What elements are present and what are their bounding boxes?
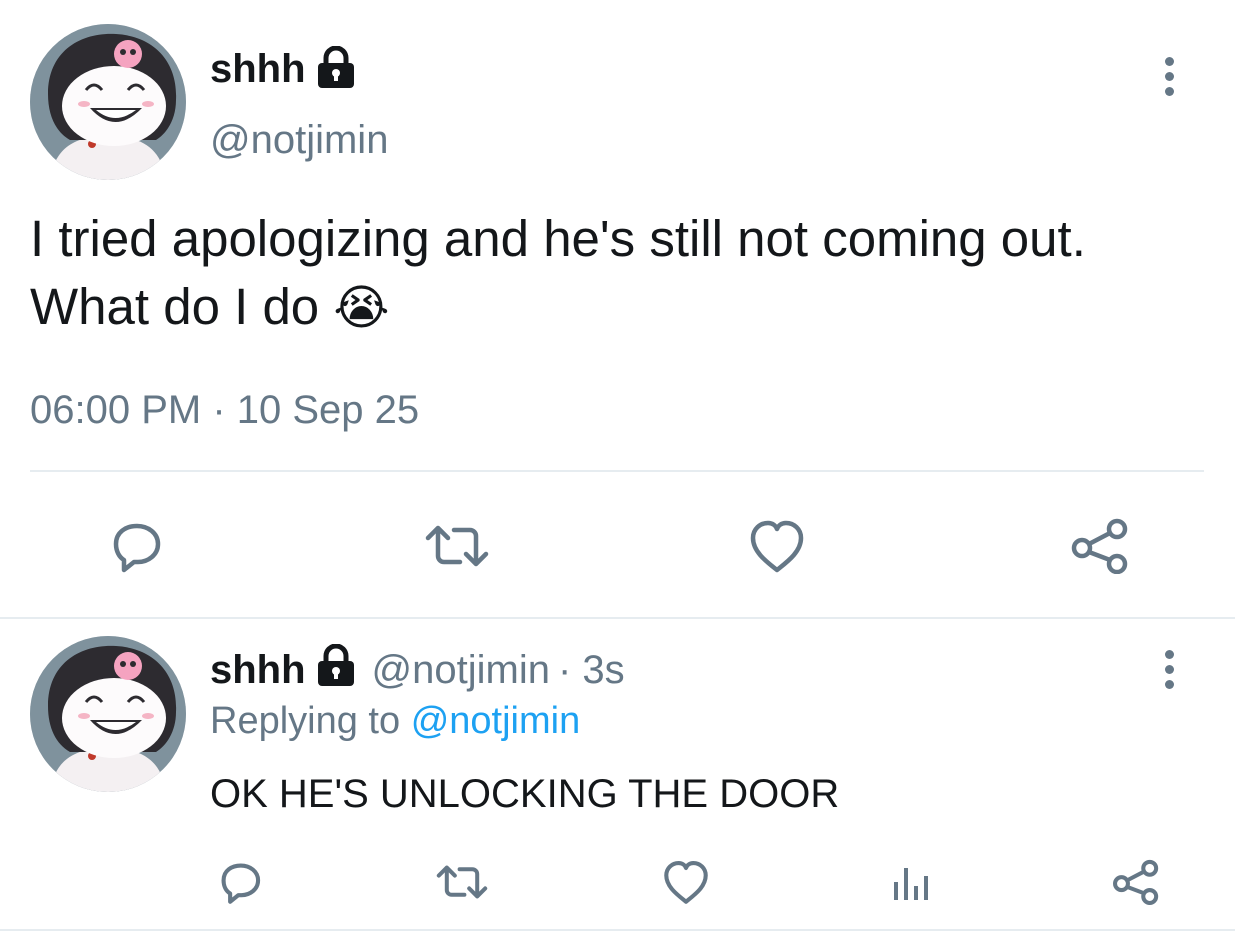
reply-button[interactable] xyxy=(214,856,266,908)
retweet-button[interactable] xyxy=(421,514,493,578)
display-name[interactable]: shhh xyxy=(210,47,306,92)
more-vertical-icon[interactable] xyxy=(1163,57,1175,102)
like-button[interactable] xyxy=(660,856,712,908)
divider xyxy=(30,470,1204,472)
tweet-age: · 3s xyxy=(557,647,625,692)
tweet-text: OK HE'S UNLOCKING THE DOOR xyxy=(210,772,840,816)
avatar[interactable] xyxy=(30,636,186,792)
more-vertical-icon[interactable] xyxy=(1163,650,1175,695)
tweet-timestamp[interactable]: 06:00 PM · 10 Sep 25 xyxy=(30,388,419,433)
heart-icon xyxy=(664,861,708,904)
like-button[interactable] xyxy=(745,514,809,578)
reply-tweet[interactable]: shhh @notjimin · 3s Replying to @notjimi… xyxy=(0,620,1235,933)
user-handle[interactable]: @notjimin xyxy=(210,118,388,163)
retweet-button[interactable] xyxy=(432,856,492,908)
tweet-separator xyxy=(0,617,1235,619)
bottom-divider xyxy=(0,929,1235,931)
lock-icon xyxy=(314,45,358,93)
crying-emoji: 😭 xyxy=(333,282,390,335)
display-name[interactable]: shhh xyxy=(210,648,306,693)
reply-icon xyxy=(113,523,161,573)
share-button[interactable] xyxy=(1068,514,1132,578)
tweet-text: I tried apologizing and he's still not c… xyxy=(30,205,1190,343)
retweet-icon xyxy=(436,865,488,899)
tweet-body: I tried apologizing and he's still not c… xyxy=(30,210,1086,335)
reply-icon xyxy=(221,863,261,904)
avatar[interactable] xyxy=(30,24,186,180)
analytics-icon xyxy=(894,868,928,900)
analytics-button[interactable] xyxy=(884,856,936,908)
retweet-icon xyxy=(425,525,489,567)
share-icon xyxy=(1113,859,1159,905)
share-button[interactable] xyxy=(1110,856,1162,908)
share-icon xyxy=(1071,518,1128,574)
main-tweet: shhh @notjimin I tried apologizing and h… xyxy=(0,0,1235,618)
replying-to: Replying to @notjimin xyxy=(210,700,580,743)
lock-icon xyxy=(314,643,358,696)
reply-button[interactable] xyxy=(104,514,168,578)
heart-icon xyxy=(750,520,804,573)
user-handle[interactable]: @notjimin xyxy=(372,648,550,693)
replying-to-handle[interactable]: @notjimin xyxy=(411,700,581,742)
replying-to-label: Replying to xyxy=(210,700,401,742)
